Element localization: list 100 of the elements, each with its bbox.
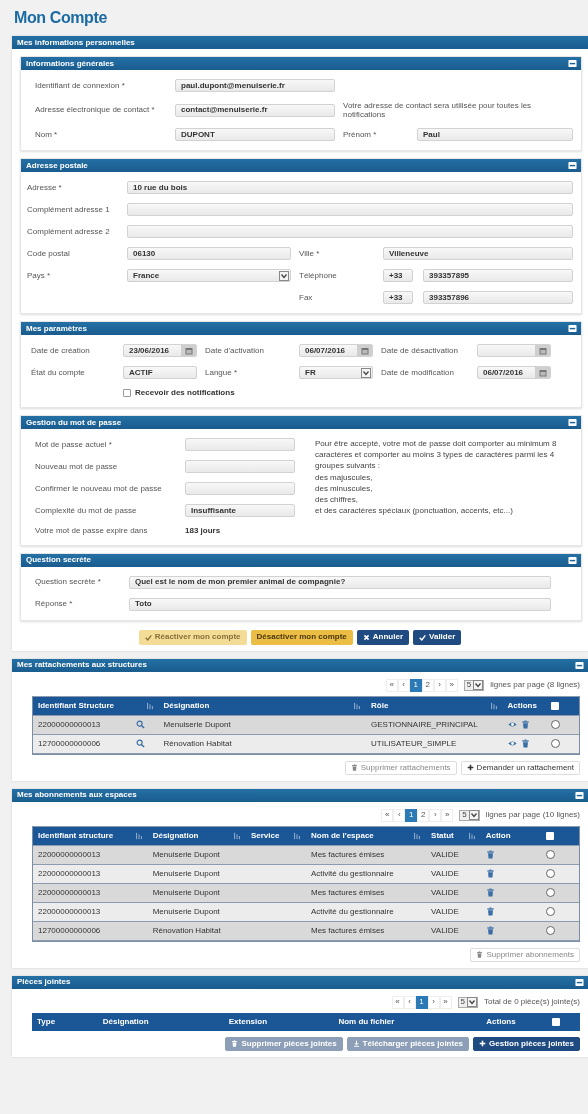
per-page-select[interactable]: 5	[459, 809, 480, 821]
collapse-icon[interactable]	[568, 417, 577, 427]
row-checkbox[interactable]	[545, 926, 555, 936]
date-field[interactable]: 23/06/2016	[123, 344, 197, 358]
sort-icon[interactable]	[232, 831, 241, 840]
checkbox[interactable]	[123, 389, 131, 398]
page-button[interactable]: ›	[429, 808, 442, 822]
select-all-checkbox[interactable]	[551, 701, 560, 710]
trash-icon[interactable]	[520, 720, 530, 730]
collapse-icon[interactable]	[568, 555, 577, 565]
table-cell: 22000000000013	[33, 864, 148, 883]
text-field[interactable]	[127, 225, 573, 239]
text-field[interactable]	[185, 437, 295, 451]
text-field[interactable]: Quel est le nom de mon premier animal de compagnie?	[129, 575, 551, 589]
collapse-icon[interactable]	[568, 59, 577, 68]
page-button[interactable]: «	[385, 678, 398, 692]
collapse-icon[interactable]	[568, 324, 577, 334]
table-cell: 22000000000013	[33, 845, 148, 864]
trash-icon[interactable]	[485, 888, 495, 898]
text-field[interactable]	[185, 481, 295, 495]
check-icon	[419, 633, 427, 641]
text-field[interactable]	[185, 459, 295, 473]
row-checkbox[interactable]	[545, 907, 555, 917]
text-field[interactable]: 10 rue du bois	[127, 181, 573, 195]
row-checkbox[interactable]	[545, 869, 555, 879]
sort-icon[interactable]	[489, 701, 498, 710]
table-cell: Rénovation Habitat	[147, 921, 246, 940]
select-all-checkbox[interactable]	[552, 1017, 561, 1026]
dial-code-field[interactable]: +33	[383, 269, 413, 283]
search-icon[interactable]	[136, 720, 146, 730]
page-button[interactable]: «	[391, 995, 404, 1009]
page-button[interactable]: «	[381, 808, 394, 822]
sort-icon[interactable]	[353, 701, 362, 710]
trash-icon[interactable]	[520, 739, 530, 749]
trash-icon[interactable]	[485, 926, 495, 936]
page-button[interactable]: »	[441, 808, 454, 822]
row-checkbox[interactable]	[545, 888, 555, 898]
text-field[interactable]: Villeneuve	[383, 247, 573, 261]
sort-icon[interactable]	[467, 831, 476, 840]
collapse-icon[interactable]	[575, 790, 584, 800]
calendar-button[interactable]	[535, 345, 550, 357]
phone-field[interactable]: 393357895	[423, 269, 573, 283]
collapse-icon[interactable]	[575, 660, 584, 670]
date-field[interactable]: 06/07/2016	[299, 344, 373, 358]
text-field[interactable]: contact@menuiserie.fr	[175, 103, 335, 117]
action-button[interactable]: Annuler	[356, 629, 410, 645]
field-label: Complément adresse 1	[27, 205, 111, 215]
collapse-icon[interactable]	[575, 977, 584, 987]
plus-icon	[466, 764, 474, 772]
text-field[interactable]: Paul	[417, 128, 573, 142]
field-label: Adresse électronique de contact *	[35, 105, 156, 115]
sort-icon[interactable]	[134, 831, 143, 840]
row-checkbox[interactable]	[545, 850, 555, 860]
text-field[interactable]: Insuffisante	[185, 503, 295, 517]
action-button[interactable]: Désactiver mon compte	[250, 629, 353, 645]
text-field[interactable]: 06130	[127, 247, 291, 261]
collapse-icon[interactable]	[568, 161, 577, 171]
text-field[interactable]: Toto	[129, 597, 551, 611]
date-field[interactable]	[477, 344, 551, 358]
text-field[interactable]: paul.dupont@menuiserie.fr	[175, 79, 335, 92]
field-label: Date de désactivation	[381, 346, 459, 356]
trash-icon[interactable]	[485, 869, 495, 879]
calendar-button[interactable]	[181, 345, 196, 357]
action-button[interactable]: Demander un rattachement	[460, 760, 580, 775]
search-icon[interactable]	[136, 739, 146, 749]
eye-icon[interactable]	[507, 739, 517, 749]
trash-icon[interactable]	[485, 850, 495, 860]
action-button[interactable]: Gestion pièces jointes	[473, 1036, 580, 1051]
sort-icon[interactable]	[145, 701, 154, 710]
page-button[interactable]: ‹	[393, 808, 406, 822]
row-checkbox[interactable]	[551, 739, 561, 749]
text-field[interactable]	[127, 203, 573, 217]
dial-code-field[interactable]: +33	[383, 291, 413, 305]
select-field[interactable]: FR	[299, 366, 373, 380]
select-all-checkbox[interactable]	[545, 831, 554, 840]
sort-icon[interactable]	[292, 831, 301, 840]
field-label: Pays *	[27, 271, 52, 281]
row-checkbox[interactable]	[551, 720, 561, 730]
panel-title: Mes informations personnelles	[17, 37, 135, 48]
pager-summary: Total de 0 pièce(s) jointe(s)	[483, 997, 580, 1007]
per-page-select[interactable]: 5	[463, 679, 485, 691]
column-header: Désignation	[102, 1016, 149, 1027]
trash-icon[interactable]	[485, 907, 495, 917]
field-label: Langue *	[205, 368, 239, 378]
action-button[interactable]: Valider	[413, 629, 462, 645]
calendar-icon	[183, 345, 194, 356]
column-header: Identifiant structure	[38, 830, 114, 841]
sort-icon[interactable]	[413, 831, 422, 840]
page-button[interactable]: 2	[417, 808, 430, 822]
per-page-select[interactable]: 5	[457, 996, 478, 1008]
date-field[interactable]: 06/07/2016	[477, 366, 551, 380]
select-field[interactable]: France	[127, 269, 291, 283]
phone-field[interactable]: 393357896	[423, 291, 573, 305]
page-button[interactable]: 1	[405, 808, 418, 822]
calendar-button[interactable]	[357, 345, 372, 357]
text-field[interactable]: DUPONT	[175, 128, 335, 142]
trash-icon	[476, 951, 484, 959]
text-field[interactable]: ACTIF	[123, 366, 197, 380]
calendar-button[interactable]	[535, 367, 550, 379]
eye-icon[interactable]	[507, 720, 517, 730]
